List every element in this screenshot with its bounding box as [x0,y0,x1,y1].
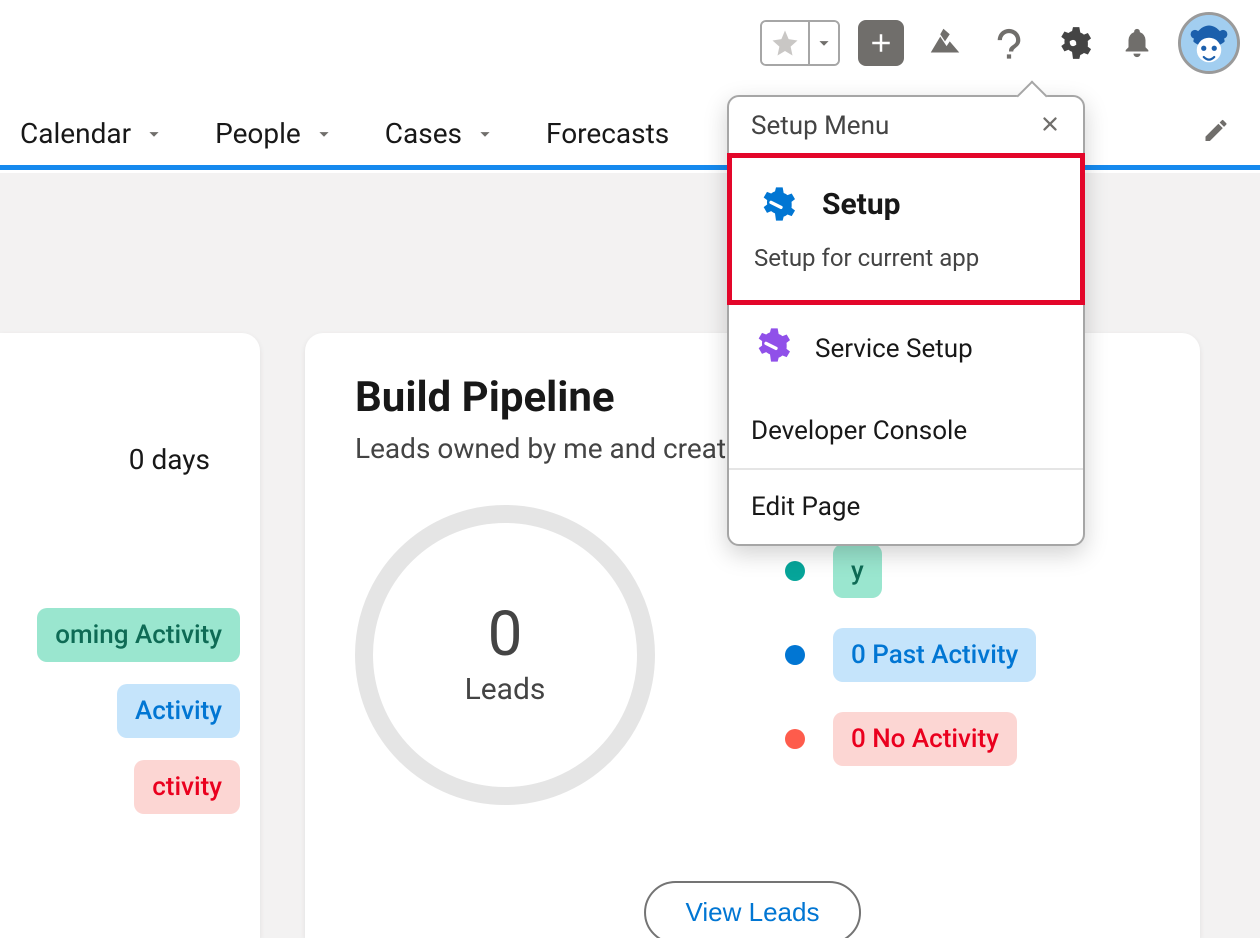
left-card-leads-fragment: 0 days oming Activity Activity ctivity [0,333,260,938]
help-button[interactable] [986,20,1032,66]
donut-value: 0 [488,604,523,666]
global-header [760,12,1240,74]
setup-item-label: Developer Console [751,416,967,446]
setup-item-edit-page[interactable]: Edit Page [729,470,1083,544]
donut-label: Leads [465,672,546,707]
nav-tab-forecasts[interactable]: Forecasts [546,117,669,150]
user-avatar-button[interactable] [1178,12,1240,74]
help-icon [992,26,1026,60]
plus-icon [866,28,896,58]
setup-gear-button[interactable] [1050,20,1096,66]
global-add-button[interactable] [858,20,904,66]
close-button[interactable] [1039,112,1061,140]
legend-dot-icon [785,645,805,665]
setup-menu-popover: Setup Menu Setup Setup for current app S… [727,95,1085,546]
donut-legend: y 0 Past Activity 0 No Activity [785,544,1036,766]
star-icon [770,28,800,58]
legend-row: 0 Past Activity [785,628,1036,682]
legend-row: 0 No Activity [785,712,1036,766]
legend-badge: 0 No Activity [833,712,1017,766]
setup-item-description: Setup for current app [754,244,1058,272]
nav-tab-label: Cases [385,117,462,150]
status-badge: Activity [117,684,240,738]
chevron-down-icon[interactable] [474,123,496,145]
setup-menu-title: Setup Menu [751,111,889,141]
view-leads-button[interactable]: View Leads [644,881,862,938]
setup-item-label: Service Setup [815,334,973,364]
legend-badge: 0 Past Activity [833,628,1036,682]
days-text: 0 days [0,443,240,476]
leads-donut-chart: 0 Leads [355,505,655,805]
chevron-down-icon[interactable] [313,123,335,145]
nav-tab-label: Calendar [20,117,131,150]
status-badge: ctivity [134,760,240,814]
legend-row: y [785,544,1036,598]
close-icon [1039,113,1061,135]
legend-badge: y [833,544,882,598]
nav-tab-cases[interactable]: Cases [385,117,496,150]
avatar-icon [1181,12,1237,74]
pencil-icon [1202,116,1230,144]
nav-tab-people[interactable]: People [215,117,335,150]
setup-item-service-setup[interactable]: Service Setup [729,303,1083,394]
service-setup-gear-icon [751,325,791,372]
gear-icon [1054,24,1092,62]
chevron-down-icon [813,32,835,54]
favorite-dropdown-button[interactable] [808,22,838,64]
setup-menu-header: Setup Menu [729,97,1083,155]
favorites-group [760,20,840,66]
nav-tab-label: Forecasts [546,117,669,150]
setup-item-developer-console[interactable]: Developer Console [729,394,1083,468]
setup-gear-icon [754,182,798,226]
setup-item-setup-highlighted[interactable]: Setup Setup for current app [727,153,1085,305]
nav-tab-calendar[interactable]: Calendar [20,117,165,150]
setup-item-label: Edit Page [751,492,860,522]
nav-tab-label: People [215,117,301,150]
donut-chart-section: 0 Leads y 0 Past Activity 0 No Activity [355,505,1150,805]
trailhead-icon [926,24,964,62]
legend-dot-icon [785,729,805,749]
notifications-button[interactable] [1114,20,1160,66]
status-badge: oming Activity [37,608,240,662]
edit-nav-button[interactable] [1202,116,1230,151]
setup-item-title: Setup [822,187,901,222]
trailhead-button[interactable] [922,20,968,66]
chevron-down-icon[interactable] [143,123,165,145]
favorite-star-button[interactable] [762,22,808,64]
legend-dot-icon [785,561,805,581]
bell-icon [1120,26,1154,60]
